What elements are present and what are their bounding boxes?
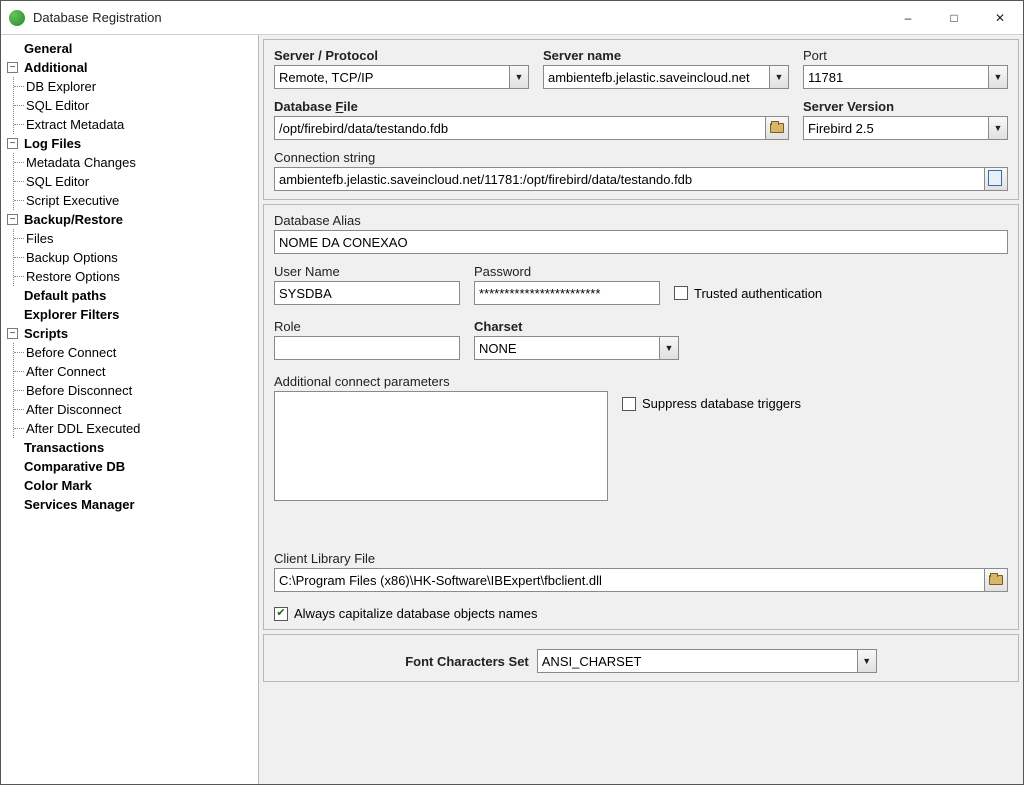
server-protocol-combo[interactable]: ▼	[274, 65, 529, 89]
tree-item-transactions[interactable]: Transactions	[7, 438, 256, 457]
label-user-name: User Name	[274, 264, 460, 279]
tree-item-files[interactable]: Files	[14, 229, 256, 248]
tree-item-extract-metadata[interactable]: Extract Metadata	[14, 115, 256, 134]
dropdown-icon[interactable]: ▼	[988, 116, 1008, 140]
folder-open-icon	[989, 575, 1003, 585]
tree-item-after-connect[interactable]: After Connect	[14, 362, 256, 381]
user-name-input[interactable]	[274, 281, 460, 305]
tree-item-backup-options[interactable]: Backup Options	[14, 248, 256, 267]
client-library-input[interactable]	[274, 568, 984, 592]
collapse-icon[interactable]: −	[7, 214, 18, 225]
label-connection-string: Connection string	[274, 150, 1008, 165]
collapse-icon[interactable]: −	[7, 138, 18, 149]
dropdown-icon[interactable]: ▼	[857, 649, 877, 673]
copy-connection-string-button[interactable]	[984, 167, 1008, 191]
tree-item-restore-options[interactable]: Restore Options	[14, 267, 256, 286]
tree-item-explorer-filters[interactable]: Explorer Filters	[7, 305, 256, 324]
close-button[interactable]: ✕	[977, 1, 1023, 34]
label-server-name: Server name	[543, 48, 789, 63]
label-database-file: Database File	[274, 99, 789, 114]
label-database-alias: Database Alias	[274, 213, 1008, 228]
tree-item-before-disconnect[interactable]: Before Disconnect	[14, 381, 256, 400]
server-version-combo[interactable]: ▼	[803, 116, 1008, 140]
suppress-triggers-checkbox[interactable]: Suppress database triggers	[622, 396, 801, 411]
charset-input[interactable]	[474, 336, 659, 360]
charset-combo[interactable]: ▼	[474, 336, 679, 360]
label-server-protocol: Server / Protocol	[274, 48, 529, 63]
sidebar: General − Additional DB Explorer SQL Edi…	[1, 35, 259, 784]
label-charset: Charset	[474, 319, 679, 334]
tree-item-additional[interactable]: − Additional	[7, 58, 256, 77]
folder-open-icon	[770, 123, 784, 133]
tree-item-metadata-changes[interactable]: Metadata Changes	[14, 153, 256, 172]
connection-string-input[interactable]	[274, 167, 984, 191]
tree-item-general[interactable]: General	[7, 39, 256, 58]
server-protocol-input[interactable]	[274, 65, 509, 89]
section-credentials: Database Alias User Name Password Truste	[263, 204, 1019, 630]
dropdown-icon[interactable]: ▼	[769, 65, 789, 89]
section-connection: Server / Protocol ▼ Server name ▼	[263, 39, 1019, 200]
label-password: Password	[474, 264, 660, 279]
browse-db-file-button[interactable]	[765, 116, 789, 140]
password-input[interactable]	[474, 281, 660, 305]
dropdown-icon[interactable]: ▼	[659, 336, 679, 360]
section-font: Font Characters Set ▼	[263, 634, 1019, 682]
label-server-version: Server Version	[803, 99, 1008, 114]
trusted-auth-label: Trusted authentication	[694, 286, 822, 301]
port-combo[interactable]: ▼	[803, 65, 1008, 89]
tree-item-log-files[interactable]: − Log Files	[7, 134, 256, 153]
app-icon	[9, 10, 25, 26]
tree-item-services-manager[interactable]: Services Manager	[7, 495, 256, 514]
collapse-icon[interactable]: −	[7, 328, 18, 339]
label-client-library: Client Library File	[274, 551, 1008, 566]
minimize-button[interactable]: –	[885, 1, 931, 34]
additional-params-textarea[interactable]	[274, 391, 608, 501]
label-additional-params: Additional connect parameters	[274, 374, 608, 389]
tree-item-sql-editor[interactable]: SQL Editor	[14, 96, 256, 115]
server-name-input[interactable]	[543, 65, 769, 89]
tree-item-sql-editor-log[interactable]: SQL Editor	[14, 172, 256, 191]
database-file-input[interactable]	[274, 116, 765, 140]
capitalize-checkbox[interactable]: Always capitalize database objects names	[274, 606, 1008, 621]
font-charset-combo[interactable]: ▼	[537, 649, 877, 673]
collapse-icon[interactable]: −	[7, 62, 18, 73]
dropdown-icon[interactable]: ▼	[509, 65, 529, 89]
tree-item-db-explorer[interactable]: DB Explorer	[14, 77, 256, 96]
tree-item-scripts[interactable]: − Scripts	[7, 324, 256, 343]
tree-item-after-ddl-executed[interactable]: After DDL Executed	[14, 419, 256, 438]
tree-item-default-paths[interactable]: Default paths	[7, 286, 256, 305]
capitalize-label: Always capitalize database objects names	[294, 606, 538, 621]
tree-item-color-mark[interactable]: Color Mark	[7, 476, 256, 495]
label-port: Port	[803, 48, 1008, 63]
checkbox-icon	[674, 286, 688, 300]
label-role: Role	[274, 319, 460, 334]
label-font-charset: Font Characters Set	[405, 654, 529, 669]
tree-item-before-connect[interactable]: Before Connect	[14, 343, 256, 362]
server-version-input[interactable]	[803, 116, 988, 140]
tree-item-backup-restore[interactable]: − Backup/Restore	[7, 210, 256, 229]
role-input[interactable]	[274, 336, 460, 360]
dialog-window: Database Registration – □ ✕ General − Ad…	[0, 0, 1024, 785]
tree-item-script-executive[interactable]: Script Executive	[14, 191, 256, 210]
port-input[interactable]	[803, 65, 988, 89]
font-charset-input[interactable]	[537, 649, 857, 673]
dropdown-icon[interactable]: ▼	[988, 65, 1008, 89]
server-name-combo[interactable]: ▼	[543, 65, 789, 89]
copy-icon	[990, 172, 1002, 186]
checkbox-checked-icon	[274, 607, 288, 621]
trusted-auth-checkbox[interactable]: Trusted authentication	[674, 281, 822, 305]
tree-item-after-disconnect[interactable]: After Disconnect	[14, 400, 256, 419]
tree-item-comparative-db[interactable]: Comparative DB	[7, 457, 256, 476]
window-title: Database Registration	[33, 10, 885, 25]
suppress-triggers-label: Suppress database triggers	[642, 396, 801, 411]
maximize-button[interactable]: □	[931, 1, 977, 34]
checkbox-icon	[622, 397, 636, 411]
main-panel: Server / Protocol ▼ Server name ▼	[259, 35, 1023, 784]
titlebar: Database Registration – □ ✕	[1, 1, 1023, 35]
database-alias-input[interactable]	[274, 230, 1008, 254]
browse-client-library-button[interactable]	[984, 568, 1008, 592]
